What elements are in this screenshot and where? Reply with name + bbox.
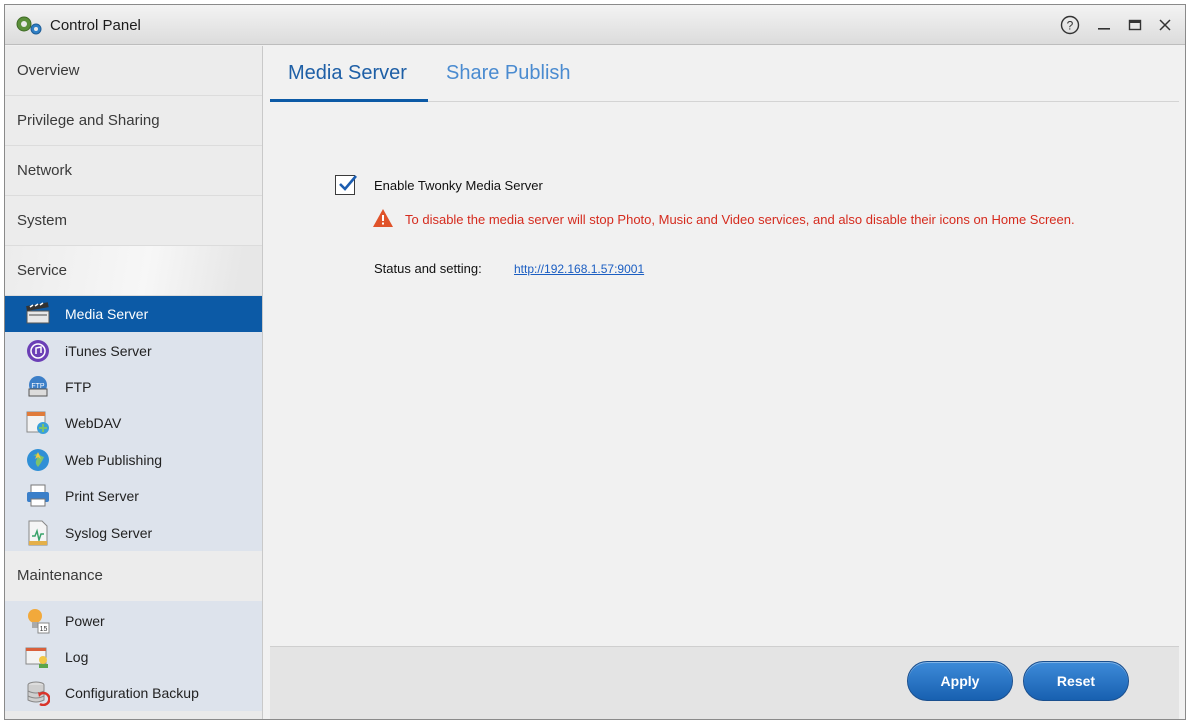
media-server-icon	[25, 301, 51, 327]
webdav-icon	[25, 410, 51, 436]
sidebar-section-network[interactable]: Network	[5, 146, 262, 196]
sidebar-section-system[interactable]: System	[5, 196, 262, 246]
sidebar-item-label: Power	[65, 612, 105, 629]
tab-bar: Media Server Share Publish	[270, 46, 1179, 102]
sidebar-item-label: FTP	[65, 378, 92, 395]
close-icon[interactable]	[1152, 12, 1178, 38]
sidebar-item-syslog-server[interactable]: Syslog Server	[5, 514, 262, 550]
sidebar-item-itunes-server[interactable]: iTunes Server	[5, 332, 262, 368]
printer-icon	[25, 483, 51, 509]
sidebar: Overview Privilege and Sharing Network S…	[5, 46, 263, 719]
sidebar-section-maintenance[interactable]: Maintenance	[5, 550, 262, 601]
status-and-setting-link[interactable]: http://192.168.1.57:9001	[514, 262, 644, 276]
sidebar-item-label: WebDAV	[65, 415, 122, 432]
enable-twonky-label: Enable Twonky Media Server	[374, 178, 543, 193]
control-panel-window: Control Panel ? Overview Privilege and S…	[4, 4, 1186, 720]
database-icon	[25, 680, 51, 706]
syslog-icon	[25, 520, 51, 546]
sidebar-item-label: Web Publishing	[65, 451, 163, 468]
title-bar: Control Panel ?	[5, 5, 1185, 45]
svg-text:FTP: FTP	[31, 383, 45, 390]
svg-text:15: 15	[40, 626, 48, 633]
sidebar-item-log[interactable]: Log	[5, 639, 262, 675]
minimize-icon[interactable]	[1091, 12, 1117, 38]
web-publishing-icon	[25, 447, 51, 473]
sidebar-item-label: iTunes Server	[65, 342, 152, 359]
warning-icon	[372, 208, 394, 233]
sidebar-section-service[interactable]: Service	[5, 246, 262, 296]
checkmark-icon	[339, 175, 357, 191]
sidebar-item-print-server[interactable]: Print Server	[5, 478, 262, 514]
sidebar-item-webdav[interactable]: WebDAV	[5, 405, 262, 441]
maximize-icon[interactable]	[1122, 12, 1148, 38]
active-tab-indicator	[270, 99, 428, 102]
control-panel-gears-icon	[15, 14, 43, 36]
sidebar-item-label: Print Server	[65, 488, 139, 505]
window-title: Control Panel	[50, 17, 141, 34]
ftp-icon: FTP	[25, 374, 51, 400]
reset-button[interactable]: Reset	[1023, 661, 1129, 701]
svg-text:?: ?	[1067, 19, 1074, 33]
tab-media-server[interactable]: Media Server	[288, 62, 407, 85]
status-and-setting-label: Status and setting:	[374, 261, 482, 276]
sidebar-item-web-publishing[interactable]: Web Publishing	[5, 442, 262, 478]
sidebar-item-configuration-backup[interactable]: Configuration Backup	[5, 675, 262, 711]
sidebar-item-media-server[interactable]: Media Server	[5, 296, 262, 333]
sidebar-item-power[interactable]: 15 Power	[5, 603, 262, 639]
sidebar-item-label: Media Server	[65, 306, 149, 323]
service-submenu: Media Server iTunes Server FTP FTP WebDA…	[5, 296, 262, 551]
sidebar-item-label: Syslog Server	[65, 524, 153, 541]
sidebar-section-overview[interactable]: Overview	[5, 46, 262, 96]
itunes-icon	[25, 338, 51, 364]
apply-button[interactable]: Apply	[907, 661, 1013, 701]
log-icon	[25, 644, 51, 670]
help-icon[interactable]: ?	[1057, 12, 1083, 38]
disable-warning-text: To disable the media server will stop Ph…	[405, 212, 1075, 227]
maintenance-submenu: 15 Power Log Configuration Backup	[5, 600, 262, 711]
sidebar-item-label: Configuration Backup	[65, 684, 199, 701]
tab-share-publish[interactable]: Share Publish	[446, 62, 571, 85]
sidebar-section-privilege-and-sharing[interactable]: Privilege and Sharing	[5, 96, 262, 146]
enable-twonky-checkbox[interactable]	[335, 175, 357, 195]
power-icon: 15	[25, 608, 51, 634]
sidebar-item-ftp[interactable]: FTP FTP	[5, 369, 262, 405]
sidebar-item-label: Log	[65, 648, 89, 665]
action-footer: Apply Reset	[270, 646, 1179, 719]
main-content: Media Server Share Publish Enable Twonky…	[264, 46, 1185, 719]
